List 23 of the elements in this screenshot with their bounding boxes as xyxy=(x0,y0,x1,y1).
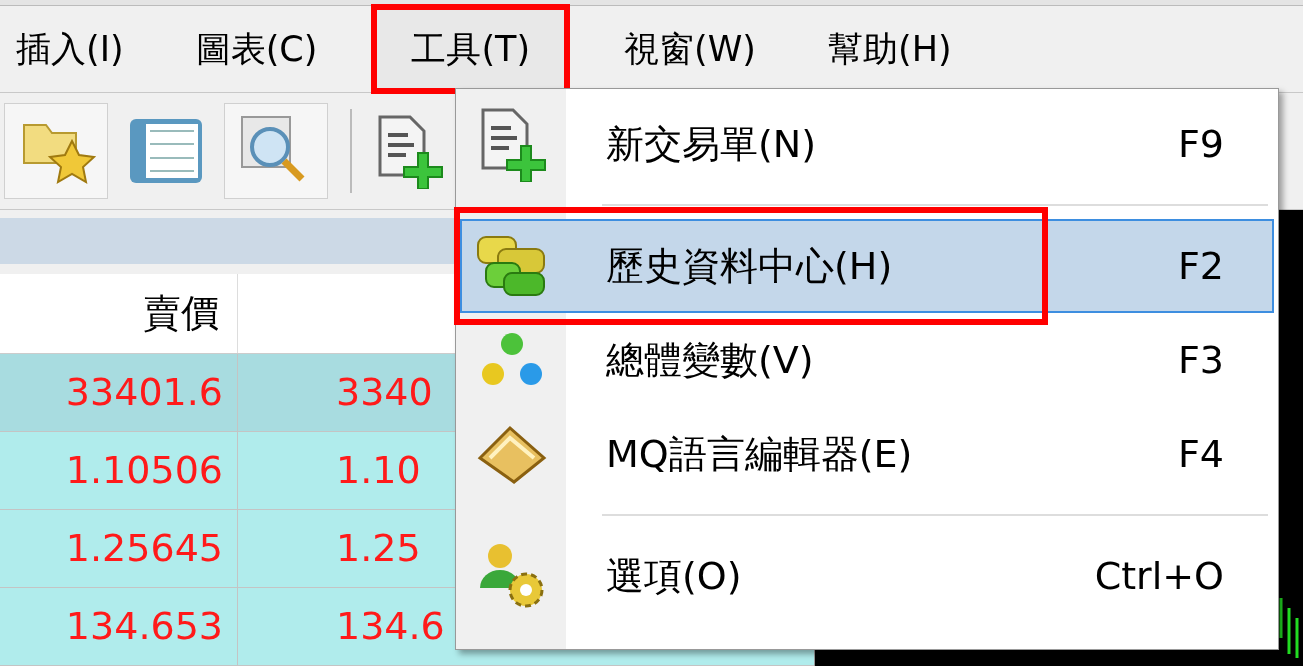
magnifier-icon[interactable] xyxy=(224,103,328,199)
table-cell: 134.653 xyxy=(0,587,238,665)
menu-option[interactable]: 新交易單(N) F9 xyxy=(460,97,1274,191)
menu-item[interactable]: 視窗(W) xyxy=(608,6,772,92)
menu-option[interactable]: MQ語言編輯器(E) F4 xyxy=(460,407,1274,501)
menu-item[interactable]: 工具(T) xyxy=(373,6,569,92)
table-cell-text: 134.6 xyxy=(335,602,446,650)
table-cell-text: 1.25 xyxy=(335,524,422,572)
table-cell: 1.25645 xyxy=(0,509,238,587)
database-icon xyxy=(476,233,548,299)
table-cell: 33401.6 xyxy=(0,353,238,431)
menu-item[interactable]: 圖表(C) xyxy=(179,6,334,92)
menu-option[interactable]: 選項(O) Ctrl+O xyxy=(460,529,1274,623)
menu-item[interactable]: 插入(I) xyxy=(0,6,140,92)
table-cell-text: 3340 xyxy=(335,368,434,416)
table-cell-text: 1.10 xyxy=(335,446,422,494)
list-window-icon[interactable] xyxy=(130,119,202,183)
book-icon xyxy=(476,424,548,484)
table-cell: 1.10506 xyxy=(0,431,238,509)
candlestick-icon xyxy=(1277,598,1301,658)
menu-option[interactable]: 總體變數(V) F3 xyxy=(460,313,1274,407)
menu-item[interactable]: 幫助(H) xyxy=(812,6,968,92)
menu-option[interactable]: 歷史資料中心(H) F2 xyxy=(460,219,1274,313)
